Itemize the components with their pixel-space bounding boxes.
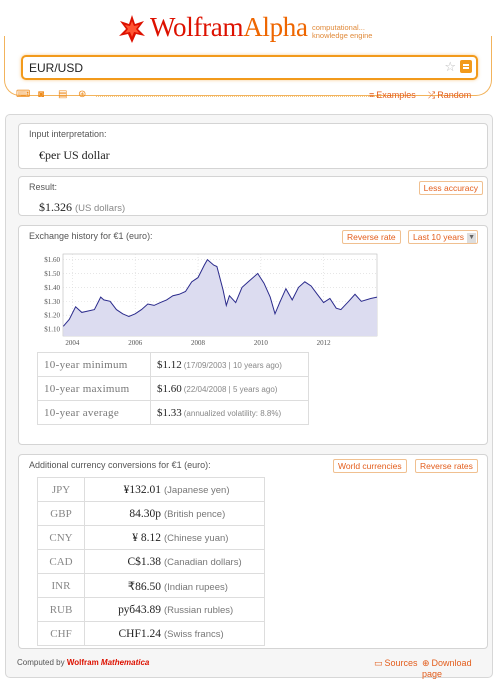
x-tick-label: 2008 [191, 339, 206, 347]
time-range-select[interactable]: Last 10 years ▼ [408, 230, 479, 244]
interpretation-value: €per US dollar [39, 148, 110, 162]
currency-code: JPY [37, 477, 85, 502]
reverse-rate-button[interactable]: Reverse rate [342, 230, 401, 244]
currency-amount: ¥ 8.12 (Chinese yuan) [84, 525, 265, 550]
stat-value: $1.60 (22/04/2008 | 5 years ago) [150, 376, 309, 401]
x-tick-label: 2010 [254, 339, 269, 347]
currency-code: INR [37, 573, 85, 598]
currency-code: GBP [37, 501, 85, 526]
table-row: INR ₹86.50 (Indian rupees) [37, 573, 265, 598]
stats-table: 10-year minimum $1.12 (17/09/2003 | 10 ye… [37, 352, 309, 425]
currency-code: CAD [37, 549, 85, 574]
stat-value: $1.33 (annualized volatility: 8.8%) [150, 400, 309, 425]
keyboard-icon[interactable]: ⌨ [16, 90, 30, 100]
currency-amount: руб43.89 (Russian rubles) [84, 597, 265, 622]
pod-title: Exchange history for €1 (euro): [29, 231, 153, 241]
y-tick-label: $1.20 [44, 312, 60, 320]
mathematica-link[interactable]: Wolfram Mathematica [67, 658, 150, 667]
x-tick-label: 2004 [65, 339, 80, 347]
favorite-star-icon[interactable]: ☆ [444, 59, 456, 75]
search-box[interactable]: ☆ [21, 55, 478, 80]
less-accuracy-button[interactable]: Less accuracy [418, 181, 483, 195]
sources-link[interactable]: ▭ Sources [374, 658, 418, 669]
currency-code: RUB [37, 597, 85, 622]
divider [96, 96, 381, 97]
exchange-history-chart: $1.10 $1.20 $1.30 $1.40 $1.50 $1.60 2004 2006 2… [44, 253, 378, 347]
currency-amount: 84.30p (British pence) [84, 501, 265, 526]
stat-value: $1.12 (17/09/2003 | 10 years ago) [150, 352, 309, 377]
download-icon: ⊕ [422, 658, 430, 668]
data-input-icon[interactable]: ▤ [58, 90, 70, 100]
extended-keyboard-icon[interactable]: ⊛ [78, 90, 90, 100]
table-row: RUB руб43.89 (Russian rubles) [37, 597, 265, 622]
y-tick-label: $1.10 [44, 326, 60, 334]
random-link[interactable]: ⤮ Random [428, 90, 471, 101]
y-tick-label: $1.30 [44, 298, 60, 306]
download-page-link[interactable]: ⊕ Download page [422, 658, 487, 679]
pod-currency-conversions: Additional currency conversions for €1 (… [18, 454, 488, 649]
currency-amount: CHF1.24 (Swiss francs) [84, 621, 265, 646]
pod-title: Additional currency conversions for €1 (… [29, 460, 211, 470]
table-row: CHF CHF1.24 (Swiss francs) [37, 621, 265, 646]
y-tick-label: $1.50 [44, 270, 60, 278]
currency-amount: C$1.38 (Canadian dollars) [84, 549, 265, 574]
camera-icon[interactable]: ◙ [38, 90, 50, 100]
search-input[interactable] [29, 60, 429, 76]
results-container: Input interpretation: €per US dollar Res… [5, 114, 493, 679]
list-icon: ≡ [369, 90, 375, 100]
currency-amount: ₹86.50 (Indian rupees) [84, 573, 265, 598]
table-row: 10-year average $1.33 (annualized volatil… [37, 400, 309, 425]
x-tick-label: 2006 [128, 339, 143, 347]
pod-input-interpretation: Input interpretation: €per US dollar [18, 123, 488, 169]
computed-by-label: Computed by [17, 658, 65, 667]
compute-button[interactable] [460, 60, 472, 73]
result-value: $1.326 (US dollars) [39, 200, 126, 214]
pod-result: Result: Less accuracy $1.326 (US dollars) [18, 176, 488, 216]
pod-title: Result: [29, 182, 58, 192]
table-row: CAD C$1.38 (Canadian dollars) [37, 549, 265, 574]
pod-exchange-history: Exchange history for €1 (euro): Reverse … [18, 225, 488, 445]
y-tick-label: $1.60 [44, 256, 60, 264]
world-currencies-button[interactable]: World currencies [333, 459, 407, 473]
conversions-table: JPY ¥132.01 (Japanese yen) GBP 84.30p (Briti… [37, 477, 265, 646]
table-row: CNY ¥ 8.12 (Chinese yuan) [37, 525, 265, 550]
stat-label: 10-year maximum [37, 376, 151, 401]
currency-code: CHF [37, 621, 85, 646]
currency-code: CNY [37, 525, 85, 550]
stat-label: 10-year average [37, 400, 151, 425]
shuffle-icon: ⤮ [428, 90, 436, 100]
reverse-rates-button[interactable]: Reverse rates [415, 459, 478, 473]
table-row: JPY ¥132.01 (Japanese yen) [37, 477, 265, 502]
examples-link[interactable]: ≡ Examples [369, 90, 416, 100]
dropdown-arrow-icon: ▼ [467, 232, 477, 243]
table-row: 10-year minimum $1.12 (17/09/2003 | 10 ye… [37, 352, 309, 377]
input-toolbar: ⌨ ◙ ▤ ⊛ ≡ Examples ⤮ Random [16, 90, 486, 104]
stat-label: 10-year minimum [37, 352, 151, 377]
table-row: 10-year maximum $1.60 (22/04/2008 | 5 yea… [37, 376, 309, 401]
footer: Computed by Wolfram Mathematica ▭ Sources… [17, 658, 487, 679]
table-row: GBP 84.30p (British pence) [37, 501, 265, 526]
y-tick-label: $1.40 [44, 284, 60, 292]
currency-amount: ¥132.01 (Japanese yen) [84, 477, 265, 502]
book-icon: ▭ [374, 658, 383, 668]
x-tick-label: 2012 [317, 339, 332, 347]
pod-title: Input interpretation: [29, 129, 107, 139]
